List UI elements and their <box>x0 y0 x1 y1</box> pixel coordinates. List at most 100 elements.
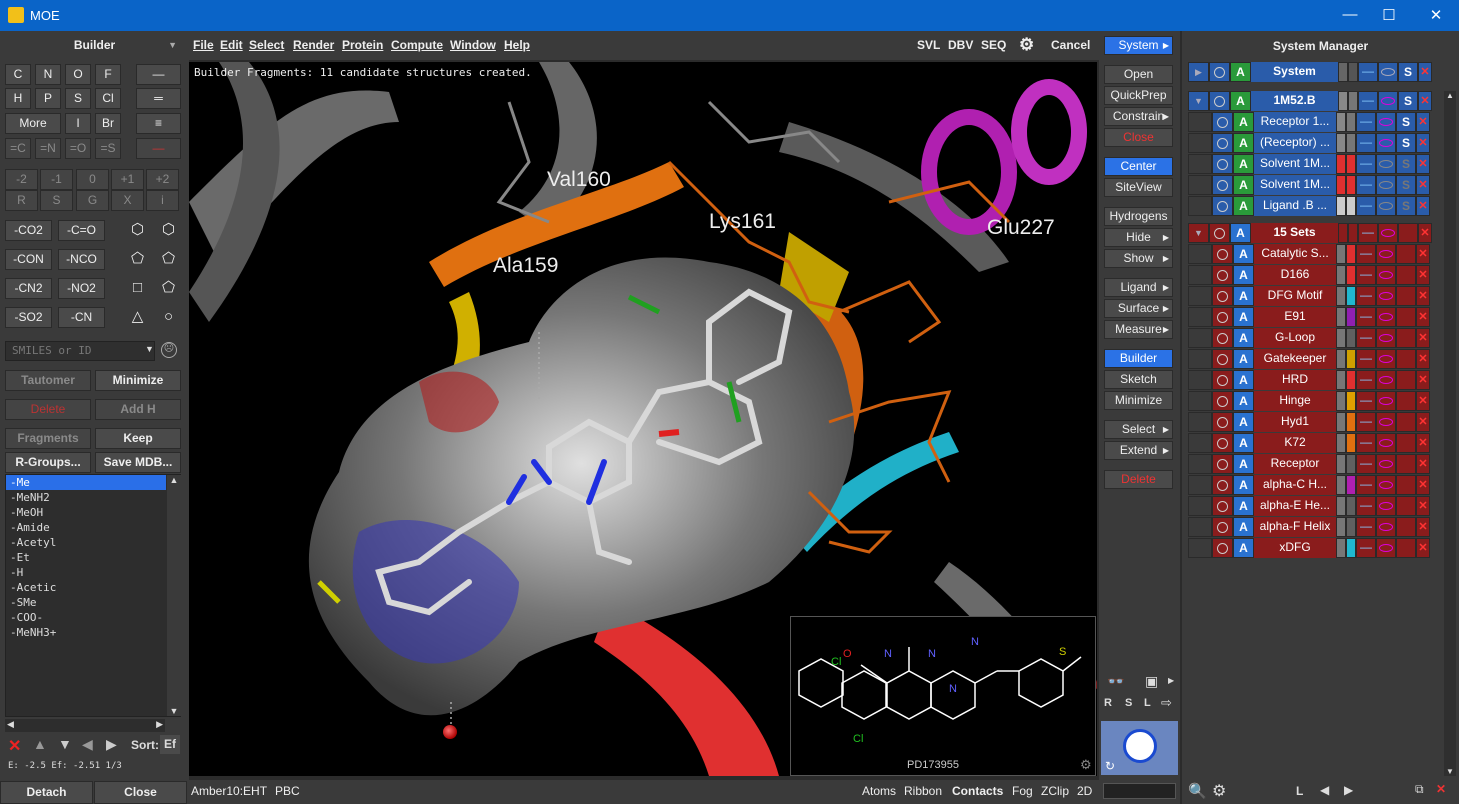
line-toggle[interactable]: — <box>1356 154 1376 174</box>
atoms-toggle[interactable]: Atoms <box>862 784 896 798</box>
color-swatch[interactable] <box>1346 496 1356 516</box>
close-window-button[interactable]: ✕ <box>1421 6 1451 24</box>
visibility-toggle[interactable] <box>1209 223 1230 243</box>
color-swatch[interactable] <box>1346 133 1356 153</box>
ribbon-toggle[interactable] <box>1376 412 1396 432</box>
row-name[interactable]: Ligand .B ... <box>1254 196 1336 216</box>
color-swatch[interactable] <box>1346 517 1356 537</box>
line-toggle[interactable]: — <box>1356 112 1376 132</box>
fog-toggle[interactable]: Fog <box>1012 784 1033 798</box>
line-toggle[interactable]: — <box>1358 62 1378 82</box>
visibility-toggle[interactable] <box>1209 62 1230 82</box>
row-name[interactable]: Hinge <box>1254 391 1336 411</box>
row-name[interactable]: Receptor 1... <box>1254 112 1336 132</box>
molecule-row[interactable]: A Receptor 1... — S ✕ <box>1188 112 1440 132</box>
color-swatch[interactable] <box>1336 391 1346 411</box>
cancel-button[interactable]: Cancel <box>1051 38 1090 52</box>
r-group-list[interactable]: -Me -MeNH2 -MeOH -Amide -Acetyl -Et -H -Acetic -… <box>5 474 181 717</box>
multibond-button[interactable]: =N <box>35 138 61 159</box>
color-swatch[interactable] <box>1346 328 1356 348</box>
row-name[interactable]: 15 Sets <box>1251 223 1338 243</box>
line-toggle[interactable]: — <box>1356 475 1376 495</box>
ribbon-toggle[interactable] <box>1376 370 1396 390</box>
surface-toggle[interactable] <box>1396 307 1416 327</box>
surface-toggle[interactable]: S <box>1396 196 1416 216</box>
constrain-button[interactable]: Constrain ▶ <box>1104 107 1173 126</box>
color-swatch[interactable] <box>1336 244 1346 264</box>
atom-c-button[interactable]: C <box>5 64 31 85</box>
row-name[interactable]: E91 <box>1254 307 1336 327</box>
atom-more-button[interactable]: More <box>5 113 61 134</box>
popout-icon[interactable]: ⧉ <box>1415 782 1424 797</box>
delete-icon[interactable]: ✕ <box>1416 133 1430 153</box>
atom-f-button[interactable]: F <box>95 64 121 85</box>
ribbon-toggle[interactable] <box>1376 349 1396 369</box>
surface-toggle[interactable] <box>1396 391 1416 411</box>
color-swatch[interactable] <box>1348 91 1358 111</box>
ribbon-toggle[interactable] <box>1376 286 1396 306</box>
glasses-icon[interactable]: 👓 <box>1107 673 1124 690</box>
visibility-toggle[interactable] <box>1212 391 1233 411</box>
ribbon-toggle[interactable] <box>1378 223 1398 243</box>
keep-button[interactable]: Keep <box>95 428 181 449</box>
center-button[interactable]: Center <box>1104 157 1173 176</box>
row-name[interactable]: Hyd1 <box>1254 412 1336 432</box>
line-toggle[interactable]: — <box>1356 454 1376 474</box>
group-button[interactable]: -C=O <box>58 220 105 241</box>
l-button[interactable]: L <box>1296 784 1303 798</box>
color-swatch[interactable] <box>1348 223 1358 243</box>
row-name[interactable]: HRD <box>1254 370 1336 390</box>
set-row[interactable]: A Catalytic S... — ✕ <box>1188 244 1440 264</box>
color-swatch[interactable] <box>1336 538 1346 558</box>
group-button[interactable]: -CON <box>5 249 52 270</box>
smiles-dropdown-icon[interactable]: ▼ <box>145 344 154 354</box>
visibility-toggle[interactable] <box>1212 196 1233 216</box>
back-icon[interactable]: ◀ <box>1320 783 1329 797</box>
color-swatch[interactable] <box>1336 133 1346 153</box>
atom-toggle[interactable]: A <box>1233 133 1254 153</box>
gear-icon[interactable]: ⚙ <box>1212 781 1226 801</box>
surface-toggle[interactable] <box>1396 412 1416 432</box>
surface-toggle[interactable] <box>1396 454 1416 474</box>
charge-button[interactable]: -2 <box>5 169 38 190</box>
search-icon[interactable]: 🔍 <box>1188 782 1207 800</box>
seq-button[interactable]: SEQ <box>981 38 1006 52</box>
atom-toggle[interactable]: A <box>1233 412 1254 432</box>
query-button[interactable]: S <box>40 190 73 211</box>
color-swatch[interactable] <box>1346 265 1356 285</box>
ribbon-toggle[interactable] <box>1376 475 1396 495</box>
atom-toggle[interactable]: A <box>1233 112 1254 132</box>
play-icon[interactable]: ▶ <box>106 736 117 753</box>
surface-toggle[interactable] <box>1396 496 1416 516</box>
ribbon-toggle[interactable] <box>1376 538 1396 558</box>
row-name[interactable]: DFG Motif <box>1254 286 1336 306</box>
delete-icon[interactable]: ✕ <box>1416 307 1430 327</box>
delete-icon[interactable]: ✕ <box>1416 244 1430 264</box>
visibility-toggle[interactable] <box>1212 370 1233 390</box>
charge-button[interactable]: 0 <box>76 169 109 190</box>
set-row[interactable]: Aalpha-F Helix — ✕ <box>1188 517 1440 537</box>
delete-icon[interactable]: ✕ <box>1416 517 1430 537</box>
color-swatch[interactable] <box>1338 223 1348 243</box>
visibility-toggle[interactable] <box>1212 265 1233 285</box>
delete-icon[interactable]: ✕ <box>1416 349 1430 369</box>
sort-key-button[interactable]: Ef <box>160 735 180 754</box>
group-button[interactable]: -CN <box>58 307 105 328</box>
group-button[interactable]: -SO2 <box>5 307 52 328</box>
visibility-toggle[interactable] <box>1212 307 1233 327</box>
atom-toggle[interactable]: A <box>1233 154 1254 174</box>
atom-toggle[interactable]: A <box>1233 370 1254 390</box>
visibility-toggle[interactable] <box>1212 286 1233 306</box>
atom-toggle[interactable]: A <box>1233 349 1254 369</box>
builder-button[interactable]: Builder <box>1104 349 1173 368</box>
atom-toggle[interactable]: A <box>1233 265 1254 285</box>
delete-icon[interactable]: ✕ <box>1418 62 1432 82</box>
ribbon-toggle[interactable] <box>1376 196 1396 216</box>
row-name[interactable]: G-Loop <box>1254 328 1336 348</box>
surface-toggle[interactable] <box>1396 517 1416 537</box>
color-swatch[interactable] <box>1336 265 1346 285</box>
delete-icon[interactable]: ✕ <box>1418 223 1432 243</box>
open-button[interactable]: Open <box>1104 65 1173 84</box>
ligand-2d-inset[interactable]: Cl Cl O N N N N S PD173955 ⚙ <box>790 616 1096 776</box>
ligand-button[interactable]: Ligand ▶ <box>1104 278 1173 297</box>
